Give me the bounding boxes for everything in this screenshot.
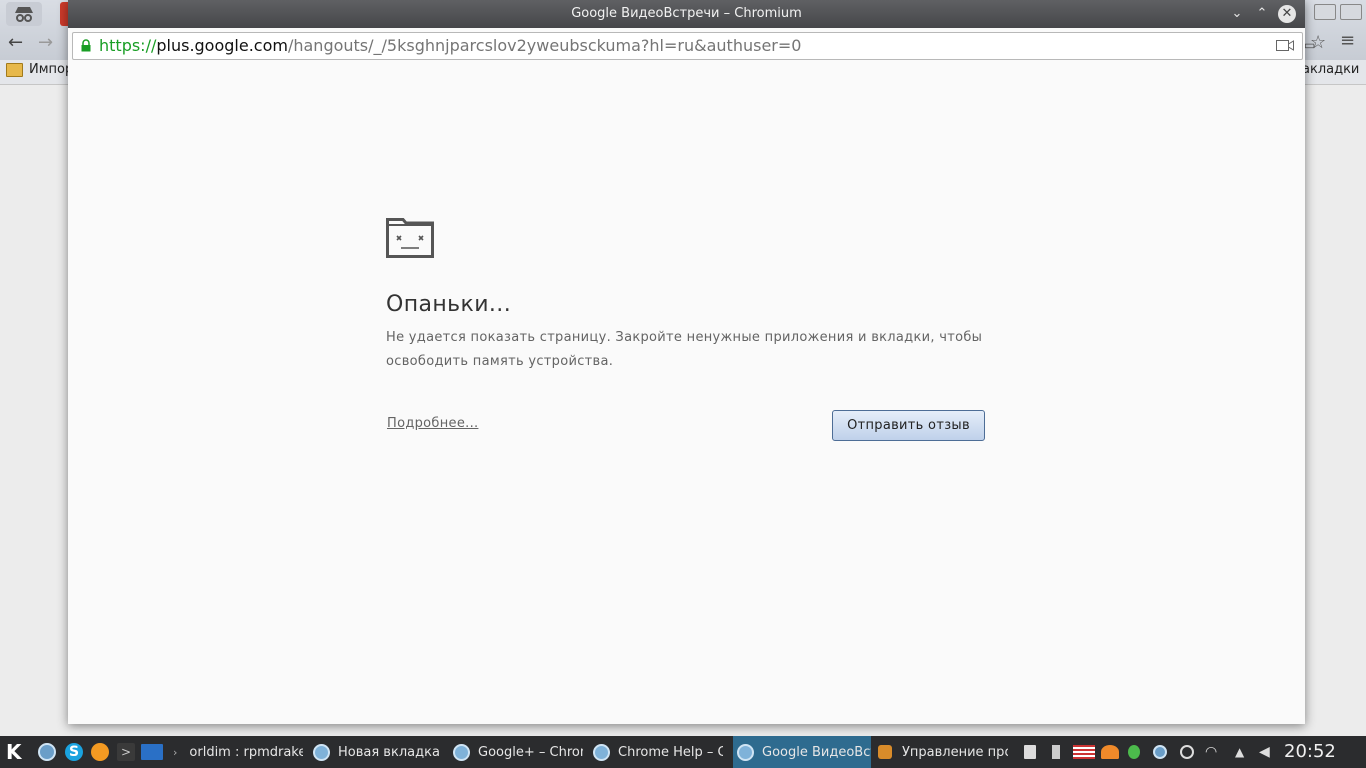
task-label: Chrome Help – Chromium	[618, 744, 723, 760]
chromium-icon	[593, 743, 610, 761]
address-bar[interactable]: https://plus.google.com/hangouts/_/5ksgh…	[72, 32, 1303, 60]
terminal-launcher-icon[interactable]: >	[117, 743, 135, 761]
skype-launcher-icon[interactable]: S	[65, 743, 83, 761]
task-item-active[interactable]: Google ВидеоВстречи	[733, 736, 871, 768]
tray-expand-icon[interactable]: ▲	[1235, 745, 1249, 759]
clock[interactable]: 20:52	[1284, 741, 1336, 762]
maximize-icon[interactable]: ⌃	[1253, 5, 1271, 23]
taskbar: K S > › orldim : rpmdrake Новая вкладка …	[0, 736, 1366, 768]
close-icon[interactable]: ✕	[1278, 5, 1296, 23]
task-label: Управление программами	[902, 744, 1008, 760]
lock-icon	[81, 39, 91, 52]
title-bar[interactable]: Google ВидеоВстречи – Chromium ⌄ ⌃ ✕	[68, 0, 1305, 28]
url-text[interactable]: https://plus.google.com/hangouts/_/5ksgh…	[99, 36, 801, 55]
kde-menu-icon[interactable]: K	[6, 740, 22, 764]
task-item[interactable]: Chrome Help – Chromium	[593, 736, 723, 768]
sad-tab-icon	[386, 218, 434, 258]
volume-icon[interactable]: ◀	[1259, 745, 1273, 759]
back-arrow-icon[interactable]: ←	[8, 32, 23, 53]
menu-icon[interactable]: ≡	[1340, 30, 1355, 51]
url-scheme: https://	[99, 36, 157, 55]
bookmark-item-other[interactable]: акладки	[1302, 62, 1359, 77]
task-label: orldim : rpmdrake	[189, 744, 303, 760]
orange-launcher-icon[interactable]	[91, 743, 109, 761]
melon-icon[interactable]	[1101, 745, 1119, 759]
chromium-launcher-icon[interactable]	[38, 743, 56, 761]
minimize-icon[interactable]: ⌄	[1228, 5, 1246, 23]
close-button-background[interactable]	[1340, 4, 1362, 20]
chromium-icon	[737, 743, 754, 761]
balloon-icon[interactable]	[1128, 745, 1140, 759]
us-flag-icon[interactable]	[1073, 745, 1095, 759]
learn-more-link[interactable]: Подробнее...	[387, 416, 478, 431]
task-item[interactable]: › orldim : rpmdrake	[173, 736, 303, 768]
incognito-icon	[6, 2, 42, 26]
bookmark-label: Импор	[29, 62, 74, 77]
task-label: Google+ – Chromium	[478, 744, 583, 760]
forward-arrow-icon[interactable]: →	[38, 32, 53, 53]
window-title: Google ВидеоВстречи – Chromium	[571, 6, 802, 21]
task-item[interactable]: Google+ – Chromium	[453, 736, 583, 768]
url-host: plus.google.com	[156, 36, 288, 55]
wifi-icon[interactable]: ◠	[1205, 745, 1219, 759]
camera-icon[interactable]	[1276, 39, 1294, 52]
media-play-icon[interactable]	[1180, 745, 1194, 759]
send-feedback-button[interactable]: Отправить отзыв	[832, 410, 985, 441]
terminal-icon: ›	[173, 745, 178, 759]
error-title: Опаньки...	[386, 292, 512, 317]
task-item[interactable]: Управление программами	[878, 736, 1008, 768]
star-icon[interactable]: ☆	[1310, 32, 1326, 53]
task-label: Google ВидеоВстречи	[762, 744, 871, 760]
page-content: Опаньки... Не удается показать страницу.…	[68, 60, 1305, 724]
mail-launcher-icon[interactable]	[141, 744, 163, 760]
maximize-button-background[interactable]	[1314, 4, 1336, 20]
task-item[interactable]: Новая вкладка – Chromium	[313, 736, 443, 768]
folder-icon	[6, 62, 23, 77]
task-label: Новая вкладка – Chromium	[338, 744, 443, 760]
usb-icon[interactable]	[1052, 745, 1060, 759]
chromium-icon	[313, 743, 330, 761]
error-description: Не удается показать страницу. Закройте н…	[386, 330, 983, 369]
popup-window: Google ВидеоВстречи – Chromium ⌄ ⌃ ✕ htt…	[68, 0, 1305, 724]
chromium-icon	[453, 743, 470, 761]
clipboard-icon[interactable]	[1024, 745, 1036, 759]
url-path: /hangouts/_/5ksghnjparcslov2yweubsckuma?…	[287, 36, 802, 55]
bookmark-item-import[interactable]: Импор	[6, 62, 73, 77]
package-manager-icon	[878, 745, 892, 759]
chromium-tray-icon[interactable]	[1153, 745, 1167, 759]
